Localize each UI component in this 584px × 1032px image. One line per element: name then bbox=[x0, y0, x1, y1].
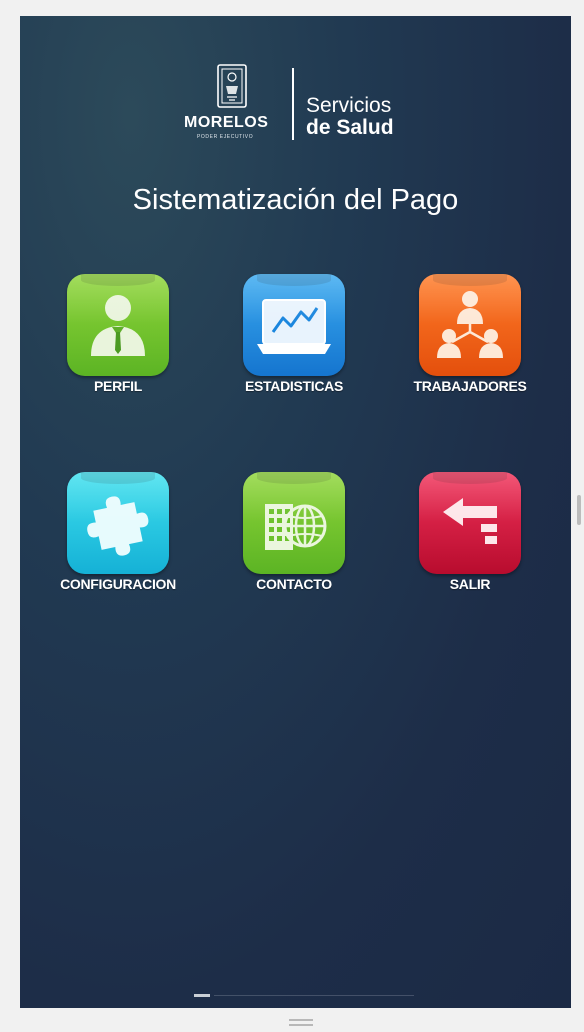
bottom-drag-handle-line-1[interactable] bbox=[289, 1019, 313, 1021]
menu-item-configuracion[interactable]: CONFIGURACION bbox=[47, 472, 187, 622]
building-globe-icon bbox=[243, 472, 345, 574]
page-indicator bbox=[194, 994, 414, 997]
bottom-drag-handle-line-2[interactable] bbox=[289, 1024, 313, 1026]
morelos-salud-logo: MORELOS PODER EJECUTIVO Servicios de Sal… bbox=[184, 62, 414, 148]
menu-item-label: CONFIGURACION bbox=[60, 576, 176, 592]
menu-item-label: SALIR bbox=[449, 576, 491, 592]
puzzle-piece-icon bbox=[67, 472, 169, 574]
menu-item-label: PERFIL bbox=[94, 378, 142, 394]
workers-hierarchy-icon bbox=[419, 274, 521, 376]
menu-item-label: CONTACTO bbox=[256, 576, 332, 592]
logo-de-salud-text: de Salud bbox=[306, 116, 394, 139]
page-indicator-track bbox=[214, 995, 414, 996]
page-indicator-active bbox=[194, 994, 210, 997]
menu-item-label: TRABAJADORES bbox=[413, 378, 527, 394]
logo-servicios-text: Servicios bbox=[306, 94, 392, 117]
morelos-seal-icon bbox=[217, 64, 247, 108]
exit-arrow-icon bbox=[419, 472, 521, 574]
menu-item-trabajadores[interactable]: TRABAJADORES bbox=[399, 274, 539, 424]
menu-item-perfil[interactable]: PERFIL bbox=[47, 274, 187, 424]
statistics-chart-icon bbox=[243, 274, 345, 376]
side-drag-handle[interactable] bbox=[577, 495, 581, 525]
menu-item-salir[interactable]: SALIR bbox=[399, 472, 539, 622]
app-screen: MORELOS PODER EJECUTIVO Servicios de Sal… bbox=[20, 16, 571, 1008]
page-title: Sistematización del Pago bbox=[132, 184, 459, 216]
logo-poder-ejecutivo-text: PODER EJECUTIVO bbox=[197, 134, 254, 140]
menu-item-contacto[interactable]: CONTACTO bbox=[223, 472, 363, 622]
logo-divider bbox=[292, 68, 294, 140]
menu-item-estadisticas[interactable]: ESTADISTICAS bbox=[223, 274, 363, 424]
logo-morelos-text: MORELOS bbox=[184, 114, 269, 131]
user-profile-icon bbox=[67, 274, 169, 376]
menu-item-label: ESTADISTICAS bbox=[244, 378, 344, 394]
